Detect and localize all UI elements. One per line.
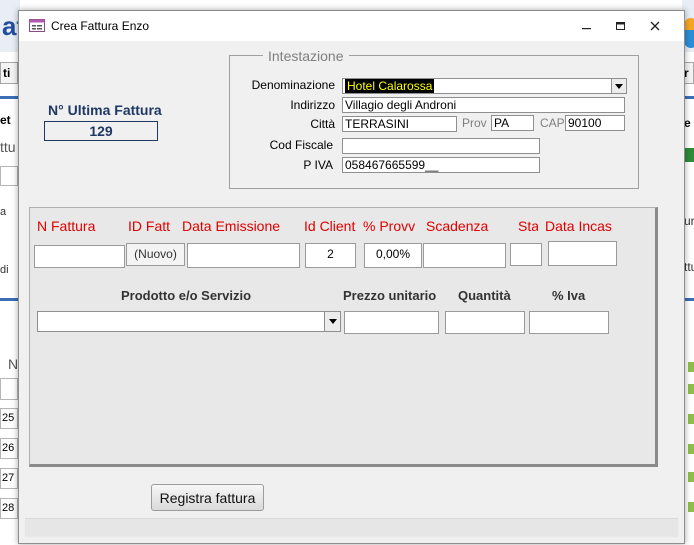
dropdown-button[interactable] — [611, 79, 626, 93]
n-fattura-label: N Fattura — [37, 218, 96, 234]
provv-field[interactable]: 0,00% — [364, 243, 422, 268]
table-row[interactable]: 28 — [0, 498, 18, 519]
piva-field[interactable]: 058467665599__ — [342, 157, 540, 173]
form-window-icon — [29, 19, 45, 32]
n-fattura-field[interactable] — [34, 245, 125, 268]
bg-text: e — [684, 116, 691, 130]
bg-text: N — [8, 356, 18, 372]
indirizzo-label: Indirizzo — [290, 98, 335, 112]
chevron-down-icon — [328, 319, 337, 324]
citta-field[interactable]: TERRASINI — [342, 116, 457, 132]
bg-text: di — [0, 264, 9, 276]
bg-text: ttu — [0, 139, 16, 155]
id-fatt-label: ID Fatt — [128, 218, 171, 234]
cap-label: CAP — [540, 116, 565, 130]
table-row[interactable]: 25 — [0, 408, 18, 429]
prov-field[interactable]: PA — [491, 115, 534, 131]
status-icon — [688, 472, 694, 482]
prodotto-combo[interactable] — [37, 311, 341, 332]
dropdown-button[interactable] — [324, 312, 340, 331]
cap-field[interactable]: 90100 — [565, 115, 625, 131]
bg-field — [0, 378, 18, 400]
id-cliente-label: Id Client — [304, 218, 356, 234]
prov-label: Prov — [462, 116, 487, 130]
data-incasso-field[interactable] — [548, 241, 617, 266]
piva-label: P IVA — [303, 158, 333, 172]
stato-label: Sta — [518, 218, 538, 234]
close-icon — [650, 21, 660, 31]
window-title: Crea Fattura Enzo — [51, 19, 150, 33]
bg-text: et — [0, 113, 11, 127]
status-icon — [688, 502, 694, 512]
table-row[interactable]: 27 — [0, 468, 18, 489]
id-fatt-field: (Nuovo) — [126, 243, 185, 266]
data-incasso-label: Data Incas — [545, 218, 612, 234]
prodotto-label: Prodotto e/o Servizio — [121, 288, 252, 303]
indirizzo-field[interactable]: Villagio degli Androni — [342, 97, 625, 113]
bg-field — [0, 166, 18, 186]
id-cliente-field[interactable]: 2 — [305, 243, 356, 268]
bg-text: a — [0, 206, 7, 218]
denominazione-label: Denominazione — [251, 78, 335, 92]
status-icon — [688, 362, 694, 372]
register-invoice-button[interactable]: Registra fattura — [151, 484, 264, 511]
minimize-button[interactable] — [576, 17, 598, 35]
iva-field[interactable] — [529, 311, 609, 334]
iva-label: % Iva — [552, 288, 586, 303]
bg-text: ur — [684, 214, 694, 228]
bg-divider — [0, 96, 20, 99]
data-emissione-label: Data Emissione — [182, 218, 281, 234]
excel-icon — [684, 148, 694, 162]
maximize-icon — [616, 22, 625, 30]
dialog-footer-strip — [25, 518, 678, 537]
header-legend: Intestazione — [263, 48, 349, 64]
denominazione-value: Hotel Calarossa — [345, 79, 435, 93]
provv-label: % Provv — [363, 218, 416, 234]
quantita-label: Quantità — [458, 288, 511, 303]
bg-app-title: at — [0, 0, 20, 52]
quantita-field[interactable] — [445, 311, 525, 334]
close-button[interactable] — [644, 17, 666, 35]
prezzo-field[interactable] — [344, 311, 439, 334]
bg-tab-left[interactable]: ti — [0, 62, 18, 84]
bg-logo-icon — [684, 18, 694, 48]
scadenza-label: Scadenza — [426, 218, 489, 234]
last-invoice-value: 129 — [44, 121, 158, 141]
bg-divider — [0, 298, 20, 301]
title-bar[interactable]: Crea Fattura Enzo — [19, 11, 684, 41]
table-row[interactable]: 26 — [0, 438, 18, 459]
bg-text: ttu — [684, 260, 694, 274]
create-invoice-dialog: Crea Fattura Enzo N° Ultima Fattura 129 … — [18, 10, 685, 544]
status-icon — [688, 384, 694, 394]
codfiscale-label: Cod Fiscale — [269, 138, 333, 152]
maximize-button[interactable] — [610, 17, 632, 35]
codfiscale-field[interactable] — [342, 138, 540, 154]
prezzo-label: Prezzo unitario — [343, 288, 437, 303]
minimize-icon — [582, 28, 591, 30]
citta-label: Città — [310, 117, 335, 131]
status-icon — [688, 414, 694, 424]
denominazione-combo[interactable]: Hotel Calarossa — [342, 78, 627, 94]
stato-field[interactable] — [510, 243, 542, 266]
data-emissione-field[interactable] — [187, 243, 300, 268]
status-icon — [688, 444, 694, 454]
last-invoice-label: N° Ultima Fattura — [48, 102, 162, 118]
chevron-down-icon — [615, 83, 623, 89]
scadenza-field[interactable] — [423, 243, 506, 268]
